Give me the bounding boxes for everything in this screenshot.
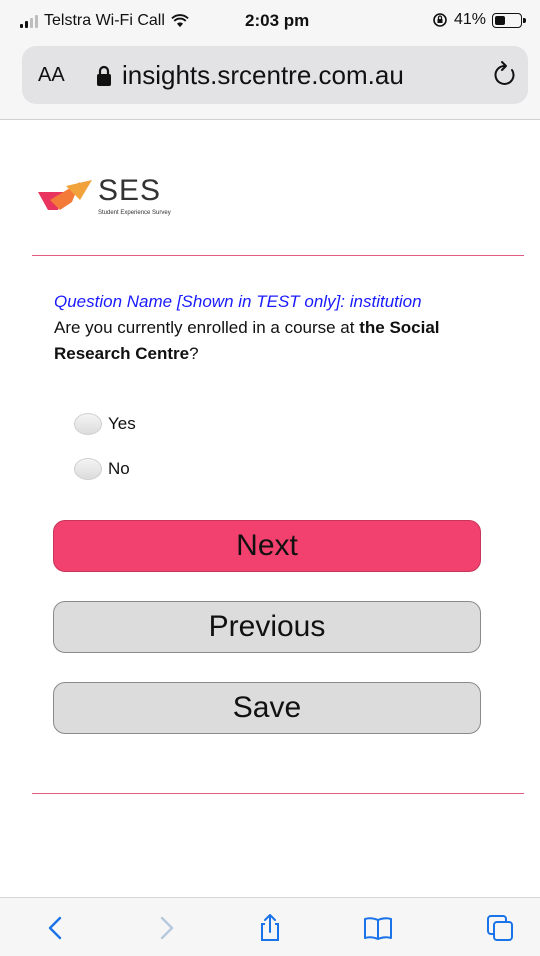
carrier-name: Telstra Wi-Fi Call — [44, 12, 165, 29]
bottom-divider — [32, 793, 524, 794]
battery-icon — [492, 12, 526, 28]
question: Question Name [Shown in TEST only]: inst… — [54, 289, 494, 367]
logo-subtitle: Student Experience Survey — [98, 210, 171, 216]
question-text: Are you currently enrolled in a course a… — [54, 315, 494, 367]
option-no[interactable]: No — [74, 458, 130, 480]
option-no-label: No — [108, 459, 130, 478]
logo-title: SES — [98, 174, 162, 207]
clock: 2:03 pm — [245, 11, 310, 30]
status-bar: Telstra Wi-Fi Call 2:03 pm 41% — [0, 0, 540, 40]
radio-yes[interactable] — [74, 413, 102, 435]
battery-fill — [495, 15, 505, 25]
option-yes-label: Yes — [108, 414, 136, 433]
next-button[interactable]: Next — [53, 520, 481, 572]
bookmarks-icon[interactable] — [362, 912, 394, 944]
top-divider — [32, 255, 524, 256]
reload-icon[interactable] — [492, 60, 518, 88]
carrier-info: Telstra Wi-Fi Call — [20, 12, 189, 30]
lock-icon — [97, 65, 111, 86]
previous-button[interactable]: Previous — [53, 601, 481, 653]
url-text: insights.srcentre.com.au — [122, 60, 404, 90]
tabs-icon[interactable] — [484, 912, 516, 944]
ses-logo: SES Student Experience Survey — [36, 174, 216, 234]
option-yes[interactable]: Yes — [74, 413, 136, 435]
browser-toolbar — [0, 897, 540, 956]
address-bar[interactable]: AA insights.srcentre.com.au — [22, 46, 528, 104]
question-text-part: Are you currently enrolled in a course a… — [54, 318, 360, 337]
question-name-test-label: Question Name [Shown in TEST only]: inst… — [54, 292, 422, 311]
signal-icon — [20, 14, 38, 28]
wifi-icon — [171, 14, 189, 28]
text-size-button[interactable]: AA — [38, 64, 65, 87]
forward-icon[interactable] — [150, 912, 182, 944]
battery-percent: 41% — [453, 11, 486, 28]
text-size-label: AA — [38, 64, 65, 86]
url-display[interactable]: insights.srcentre.com.au — [96, 60, 404, 91]
orientation-lock-icon — [433, 13, 447, 27]
ses-logo-mark-icon — [38, 180, 92, 210]
save-button[interactable]: Save — [53, 682, 481, 734]
radio-no[interactable] — [74, 458, 102, 480]
share-icon[interactable] — [254, 912, 286, 944]
question-text-end: ? — [189, 344, 199, 363]
browser-address-area: AA insights.srcentre.com.au — [0, 40, 540, 120]
battery-info: 41% — [432, 11, 526, 29]
back-icon[interactable] — [40, 912, 72, 944]
